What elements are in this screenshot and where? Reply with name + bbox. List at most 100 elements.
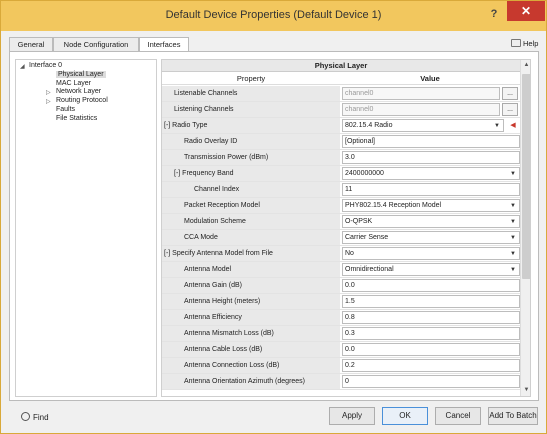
value-field[interactable]: [Optional] bbox=[342, 135, 520, 148]
value-dropdown[interactable]: Carrier Sense ▼ bbox=[342, 231, 520, 244]
expand-arrow-icon[interactable]: ▷ bbox=[46, 98, 51, 105]
property-label: [-] Frequency Band bbox=[174, 170, 234, 177]
tree-item-mac-layer[interactable]: MAC Layer bbox=[56, 80, 91, 87]
property-label: Antenna Cable Loss (dB) bbox=[184, 346, 263, 353]
browse-button[interactable]: ... bbox=[502, 87, 518, 100]
property-label: CCA Mode bbox=[184, 234, 218, 241]
value-dropdown[interactable]: PHY802.15.4 Reception Model ▼ bbox=[342, 199, 520, 212]
property-row: Packet Reception Model PHY802.15.4 Recept… bbox=[162, 198, 520, 214]
property-label: Antenna Model bbox=[184, 266, 232, 273]
find-button[interactable]: Find bbox=[21, 412, 49, 422]
property-row: Transmission Power (dBm) 3.0 bbox=[162, 150, 520, 166]
value-text: 0.2 bbox=[345, 362, 355, 369]
property-label: [-] Specify Antenna Model from File bbox=[164, 250, 273, 257]
scroll-up-icon[interactable]: ▲ bbox=[521, 60, 530, 71]
value-text: 2400000000 bbox=[345, 170, 384, 177]
value-dropdown[interactable]: No ▼ bbox=[342, 247, 520, 260]
property-label: Antenna Gain (dB) bbox=[184, 282, 242, 289]
tab-interfaces[interactable]: Interfaces bbox=[139, 37, 189, 52]
collapse-arrow-icon[interactable]: ◢ bbox=[20, 63, 25, 70]
value-field[interactable]: channel0 bbox=[342, 87, 500, 100]
value-text: 0.0 bbox=[345, 346, 355, 353]
value-text: O-QPSK bbox=[345, 218, 373, 225]
dropdown-arrow-icon[interactable]: ▼ bbox=[510, 216, 516, 227]
value-text: 0.3 bbox=[345, 330, 355, 337]
property-label: Antenna Mismatch Loss (dB) bbox=[184, 330, 274, 337]
property-label: Modulation Scheme bbox=[184, 218, 246, 225]
value-field[interactable]: 0.0 bbox=[342, 279, 520, 292]
ok-button[interactable]: OK bbox=[382, 407, 428, 425]
tree-item-interface-0[interactable]: Interface 0 bbox=[29, 62, 62, 69]
tree-item-faults[interactable]: Faults bbox=[56, 106, 75, 113]
value-field[interactable]: 0.8 bbox=[342, 311, 520, 324]
property-label: Antenna Efficiency bbox=[184, 314, 242, 321]
value-text: Carrier Sense bbox=[345, 234, 389, 241]
tree-item-network-layer[interactable]: Network Layer bbox=[56, 88, 101, 95]
tree-item-routing-protocol[interactable]: Routing Protocol bbox=[56, 97, 108, 104]
property-label: Antenna Connection Loss (dB) bbox=[184, 362, 280, 369]
tree-item-file-statistics[interactable]: File Statistics bbox=[56, 115, 97, 122]
add-to-batch-button[interactable]: Add To Batch bbox=[488, 407, 538, 425]
dropdown-arrow-icon[interactable]: ▼ bbox=[494, 120, 500, 131]
value-field[interactable]: 0 bbox=[342, 375, 520, 388]
property-row: Listenable Channels channel0... bbox=[162, 86, 520, 102]
property-row: Antenna Model Omnidirectional ▼ bbox=[162, 262, 520, 278]
property-label: Transmission Power (dBm) bbox=[184, 154, 269, 161]
property-row: Antenna Gain (dB) 0.0 bbox=[162, 278, 520, 294]
title-bar: Default Device Properties (Default Devic… bbox=[1, 1, 546, 31]
tree-item-physical-layer[interactable]: Physical Layer bbox=[56, 71, 106, 78]
value-text: Omnidirectional bbox=[345, 266, 394, 273]
value-dropdown[interactable]: Omnidirectional ▼ bbox=[342, 263, 520, 276]
dropdown-arrow-icon[interactable]: ▼ bbox=[510, 248, 516, 259]
property-row: Radio Overlay ID [Optional] bbox=[162, 134, 520, 150]
tab-general[interactable]: General bbox=[9, 37, 53, 51]
property-label: Channel Index bbox=[194, 186, 240, 193]
scrollbar[interactable]: ▲ ▼ bbox=[520, 60, 530, 396]
close-button[interactable]: ✕ bbox=[507, 1, 545, 21]
scroll-down-icon[interactable]: ▼ bbox=[521, 385, 530, 396]
property-row: Antenna Connection Loss (dB) 0.2 bbox=[162, 358, 520, 374]
scroll-thumb[interactable] bbox=[522, 74, 530, 279]
value-field[interactable]: 0.3 bbox=[342, 327, 520, 340]
find-label: Find bbox=[33, 413, 49, 422]
value-text: 0.8 bbox=[345, 314, 355, 321]
property-label: Radio Overlay ID bbox=[184, 138, 238, 145]
value-text: No bbox=[345, 250, 354, 257]
reset-icon[interactable]: ◀ bbox=[508, 120, 518, 131]
help-link[interactable]: Help bbox=[511, 39, 538, 48]
property-label: [-] Radio Type bbox=[164, 122, 208, 129]
dialog-window: Default Device Properties (Default Devic… bbox=[0, 0, 547, 434]
value-field[interactable]: 0.0 bbox=[342, 343, 520, 356]
tab-node-configuration[interactable]: Node Configuration bbox=[53, 37, 139, 51]
property-row: [-] Specify Antenna Model from File No ▼ bbox=[162, 246, 520, 262]
dropdown-arrow-icon[interactable]: ▼ bbox=[510, 168, 516, 179]
book-icon bbox=[511, 39, 521, 47]
cancel-button[interactable]: Cancel bbox=[435, 407, 481, 425]
property-row: Antenna Height (meters) 1.5 bbox=[162, 294, 520, 310]
browse-button[interactable]: ... bbox=[502, 103, 518, 116]
dropdown-arrow-icon[interactable]: ▼ bbox=[510, 264, 516, 275]
property-row: Antenna Mismatch Loss (dB) 0.3 bbox=[162, 326, 520, 342]
apply-button[interactable]: Apply bbox=[329, 407, 375, 425]
property-row: Channel Index 11 bbox=[162, 182, 520, 198]
value-dropdown[interactable]: 802.15.4 Radio ▼ bbox=[342, 119, 504, 132]
value-text: 3.0 bbox=[345, 154, 355, 161]
dropdown-arrow-icon[interactable]: ▼ bbox=[510, 232, 516, 243]
value-text: PHY802.15.4 Reception Model bbox=[345, 202, 442, 209]
magnifier-icon bbox=[21, 412, 30, 421]
property-row: Antenna Cable Loss (dB) 0.0 bbox=[162, 342, 520, 358]
help-label: Help bbox=[523, 39, 539, 48]
value-field[interactable]: 0.2 bbox=[342, 359, 520, 372]
dropdown-arrow-icon[interactable]: ▼ bbox=[510, 200, 516, 211]
property-row: [-] Frequency Band 2400000000 ▼ bbox=[162, 166, 520, 182]
property-label: Packet Reception Model bbox=[184, 202, 260, 209]
value-field[interactable]: 3.0 bbox=[342, 151, 520, 164]
value-field[interactable]: 11 bbox=[342, 183, 520, 196]
help-button[interactable]: ? bbox=[485, 6, 503, 22]
value-field[interactable]: 1.5 bbox=[342, 295, 520, 308]
property-row: CCA Mode Carrier Sense ▼ bbox=[162, 230, 520, 246]
value-field[interactable]: channel0 bbox=[342, 103, 500, 116]
value-dropdown[interactable]: O-QPSK ▼ bbox=[342, 215, 520, 228]
value-dropdown[interactable]: 2400000000 ▼ bbox=[342, 167, 520, 180]
expand-arrow-icon[interactable]: ▷ bbox=[46, 89, 51, 96]
